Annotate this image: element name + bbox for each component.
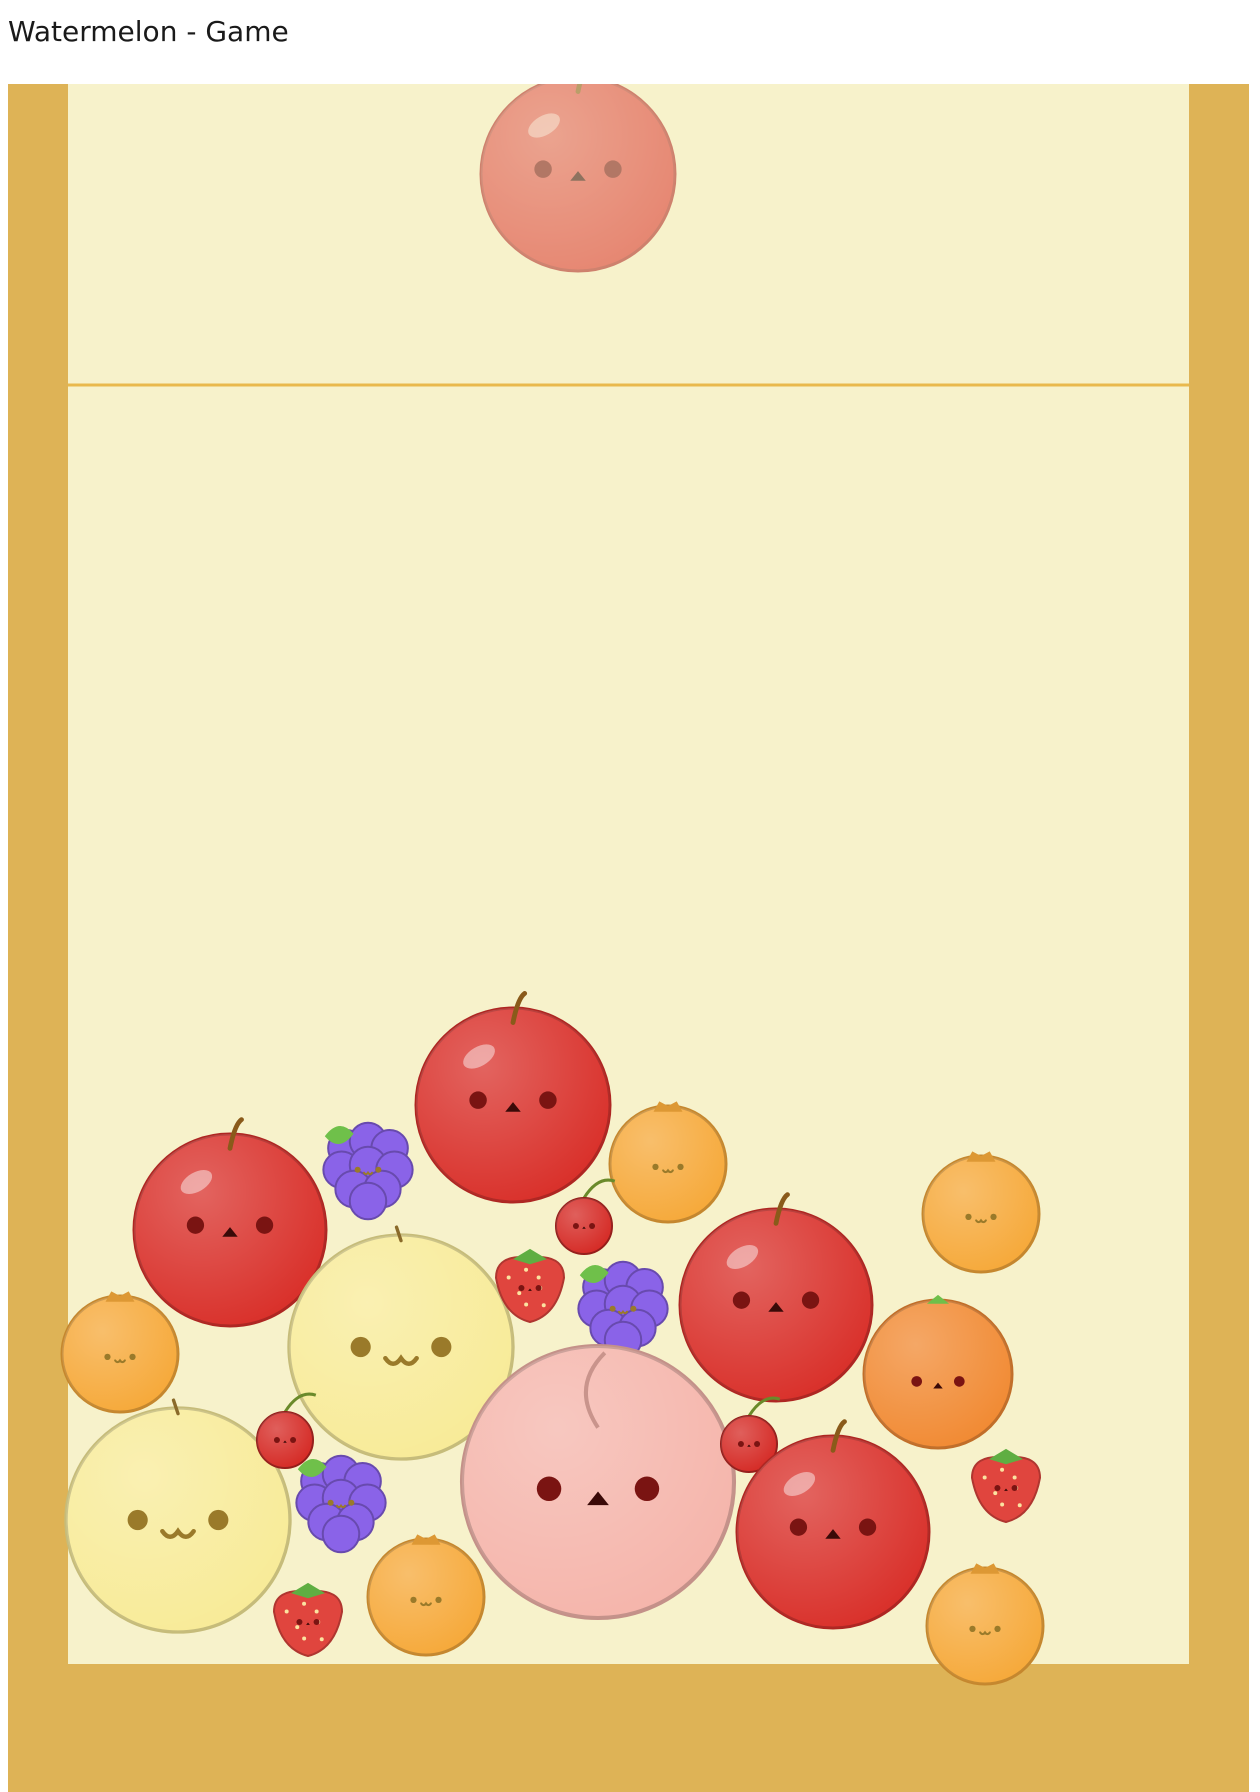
peach-fruit bbox=[459, 1343, 737, 1621]
window-title: Watermelon - Game bbox=[8, 15, 289, 48]
game-canvas[interactable] bbox=[8, 84, 1249, 1792]
game-board[interactable] bbox=[8, 84, 1249, 1792]
apple-fruit bbox=[479, 84, 677, 273]
